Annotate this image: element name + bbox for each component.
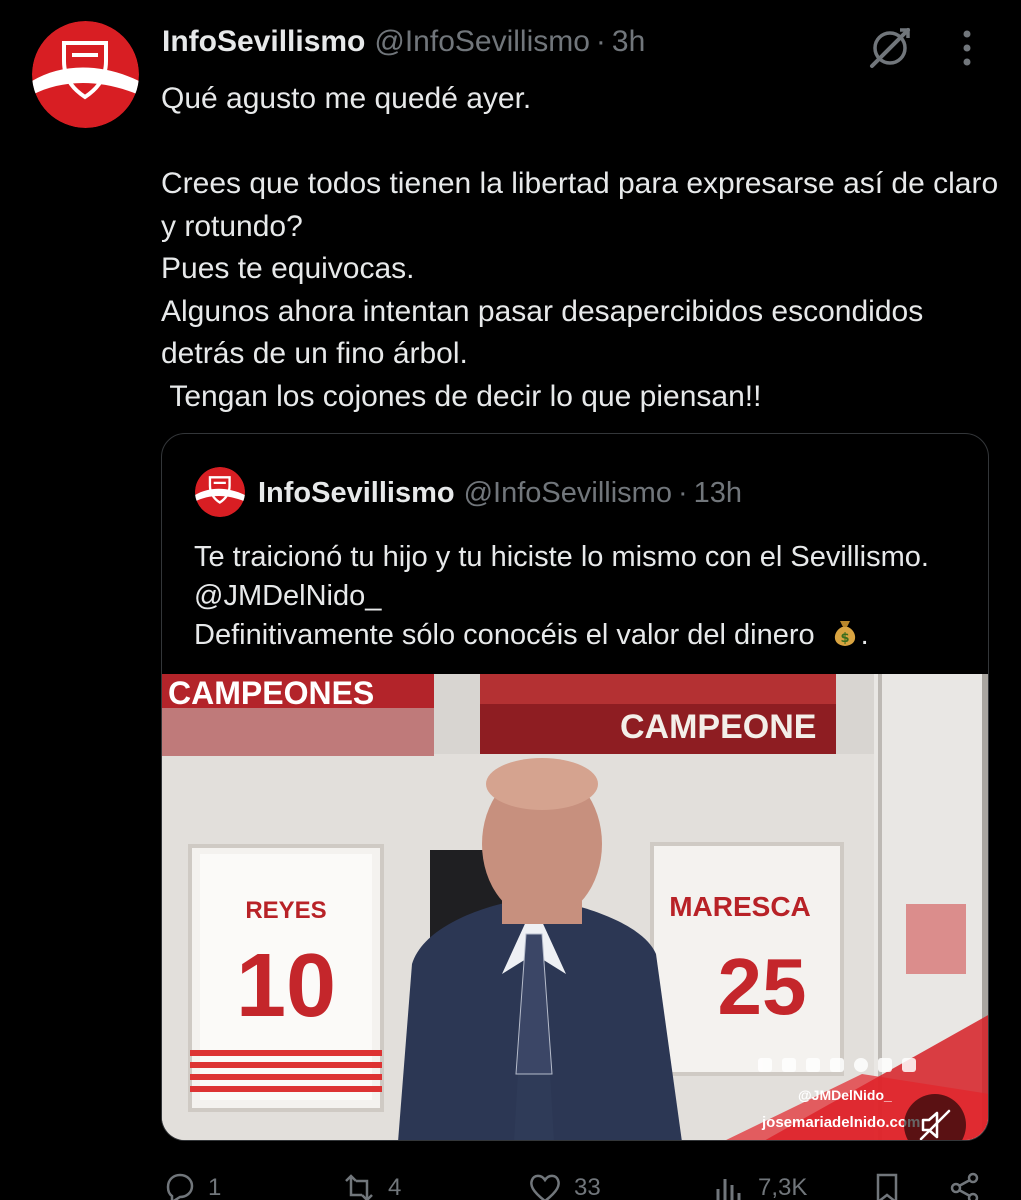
tweet-header: InfoSevillismo @InfoSevillismo · 3h (162, 22, 645, 62)
quoted-author-name[interactable]: InfoSevillismo (258, 477, 455, 510)
jersey-right-name: MARESCA (669, 891, 811, 922)
mute-icon (919, 1109, 951, 1140)
action-bar: 1 4 33 7,3K (160, 1168, 990, 1200)
like-count: 33 (574, 1174, 601, 1200)
quoted-author-avatar[interactable] (195, 467, 245, 517)
repost-icon (345, 1174, 373, 1200)
like-button[interactable]: 33 (526, 1168, 601, 1200)
reply-button[interactable]: 1 (160, 1168, 221, 1200)
more-options-button[interactable] (950, 26, 984, 70)
views-icon (716, 1179, 741, 1200)
bookmark-icon (876, 1173, 898, 1200)
jersey-left-name: REYES (245, 897, 326, 924)
jersey-right-number: 25 (718, 942, 807, 1031)
quoted-tweet-text-end: . (860, 619, 869, 651)
separator-dot: · (677, 476, 688, 509)
reply-icon (166, 1173, 194, 1200)
tweet[interactable]: InfoSevillismo @InfoSevillismo · 3h Qué … (0, 0, 1021, 1200)
quoted-tweet-text-body: Te traicionó tu hijo y tu hiciste lo mis… (194, 541, 929, 651)
author-handle[interactable]: @InfoSevillismo (374, 25, 590, 59)
share-button[interactable] (946, 1168, 984, 1200)
quoted-tweet-header: InfoSevillismo @InfoSevillismo · 13h (258, 472, 742, 514)
video-player[interactable]: CAMPEONES CAMPEONE REYES 10 MARESCA 25 @… (162, 674, 988, 1140)
grok-icon (870, 28, 910, 68)
reply-count: 1 (208, 1174, 222, 1200)
more-vertical-icon (963, 30, 971, 66)
author-name[interactable]: InfoSevillismo (162, 25, 365, 59)
banner-right-text: CAMPEONE (620, 708, 816, 746)
banner-left-text: CAMPEONES (168, 675, 374, 711)
quoted-tweet[interactable]: InfoSevillismo @InfoSevillismo · 13h Te … (161, 433, 989, 1141)
watermark-handle: @JMDelNido_ (798, 1087, 892, 1103)
views-button[interactable]: 7,3K (710, 1168, 807, 1200)
timestamp[interactable]: 3h (612, 25, 645, 59)
video-frame: CAMPEONES CAMPEONE REYES 10 MARESCA 25 (162, 674, 988, 1140)
grok-button[interactable] (864, 22, 916, 74)
separator-dot: · (595, 25, 606, 58)
repost-button[interactable]: 4 (340, 1168, 401, 1200)
tweet-text: Qué agusto me quedé ayer. Crees que todo… (161, 82, 999, 413)
views-count: 7,3K (758, 1174, 808, 1200)
quoted-timestamp[interactable]: 13h (694, 477, 742, 510)
money-bag-icon: $ (829, 617, 861, 649)
sevilla-crest-icon (32, 21, 139, 128)
quoted-author-handle[interactable]: @InfoSevillismo (464, 477, 672, 510)
repost-count: 4 (388, 1174, 402, 1200)
watermark-site: josemariadelnido.com (762, 1114, 921, 1131)
quoted-tweet-text: Te traicionó tu hijo y tu hiciste lo mis… (194, 538, 974, 655)
svg-text:$: $ (840, 631, 849, 646)
jersey-left-number: 10 (236, 936, 336, 1036)
share-icon (950, 1172, 979, 1200)
like-icon (530, 1174, 560, 1200)
author-avatar[interactable] (32, 21, 139, 128)
bookmark-button[interactable] (868, 1168, 906, 1200)
sevilla-crest-icon (195, 467, 245, 517)
